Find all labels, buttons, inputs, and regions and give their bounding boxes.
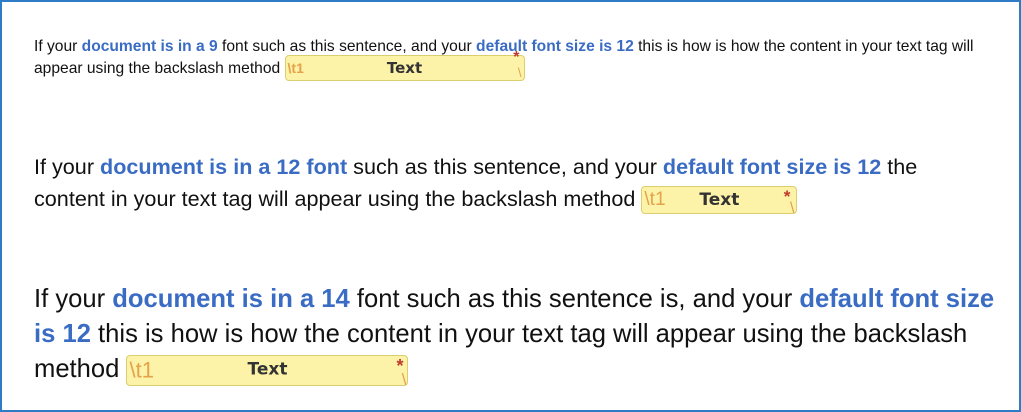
text-segment: such as this sentence, and your	[347, 154, 663, 179]
paragraph-font-9: If your document is in a 9 font such as …	[34, 37, 1009, 81]
highlighted-text: default font size is 12	[662, 154, 882, 179]
paragraph-font-14: If your document is in a 14 font such as…	[34, 282, 1009, 389]
text-segment: font such as this sentence, and your	[217, 38, 477, 55]
tag-end-marker: \	[789, 200, 795, 218]
text-segment: font such as this sentence is, and your	[349, 285, 800, 313]
text-segment: If your	[34, 154, 101, 179]
highlighted-text: default font size is 12	[476, 38, 634, 55]
text-segment: If your	[34, 38, 82, 55]
tag-end-marker: \	[517, 65, 522, 80]
highlighted-text: document is in a 9	[81, 38, 218, 55]
highlighted-text: document is in a 14	[112, 285, 350, 313]
tag-label: Text	[386, 59, 423, 77]
text-tag-field[interactable]: \t1 Text * \	[641, 186, 798, 217]
document-frame: If your document is in a 9 font such as …	[0, 0, 1021, 412]
tag-label: Text	[247, 359, 288, 380]
text-tag-field[interactable]: \t1 Text * \	[284, 49, 525, 81]
text-segment: If your	[34, 285, 113, 313]
highlighted-text: document is in a 12 font	[100, 154, 348, 179]
paragraph-font-12: If your document is in a 12 font such as…	[34, 151, 989, 217]
text-tag-field[interactable]: \t1 Text * \	[126, 354, 409, 389]
tag-label: Text	[699, 190, 740, 211]
tag-end-marker: \	[401, 369, 407, 389]
